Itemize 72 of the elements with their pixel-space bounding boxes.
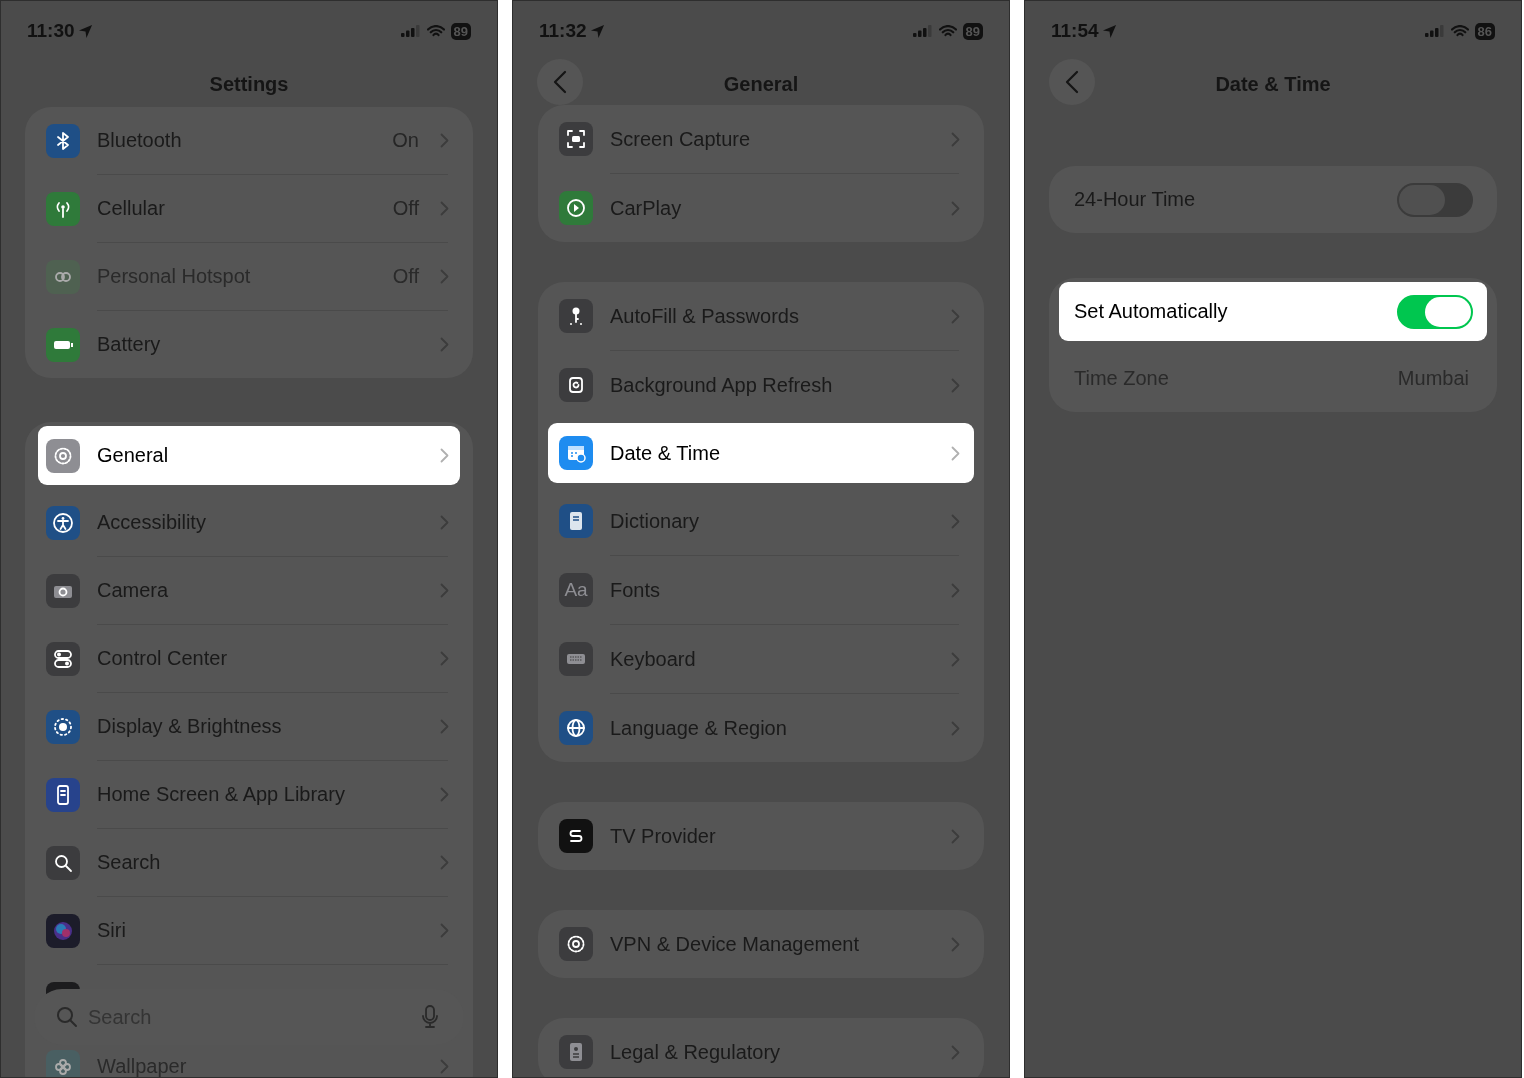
settings-row[interactable]: Camera [25,557,473,624]
settings-row[interactable]: General [38,426,460,485]
chevron-icon [951,200,960,216]
chevron-icon [951,377,960,393]
settings-row[interactable]: Background App Refresh [538,351,984,419]
back-button[interactable] [537,59,583,105]
chevron-icon [951,582,960,598]
settings-row[interactable]: 24-Hour Time [1049,166,1497,233]
battery-indicator: 86 [1474,22,1495,40]
chevron-icon [951,308,960,324]
location-arrow-icon [1101,23,1117,39]
fonts-icon: Aa [559,573,593,607]
signal-icon [400,25,421,37]
settings-row[interactable]: AutoFill & Passwords [538,282,984,350]
chevron-icon [951,445,960,461]
chevron-icon [440,515,449,530]
settings-row[interactable]: Search [25,829,473,896]
chevron-icon [951,1044,960,1060]
chevron-icon [440,855,449,870]
settings-row[interactable]: Aa Fonts [538,556,984,624]
wifi-icon [1450,24,1469,38]
settings-row[interactable]: Language & Region [538,694,984,762]
chevron-icon [951,131,960,147]
settings-row[interactable]: Home Screen & App Library [25,761,473,828]
back-button[interactable] [1049,59,1095,105]
status-time: 11:30 [27,20,75,42]
chevron-icon [440,448,449,463]
chevron-icon [440,651,449,666]
status-time: 11:54 [1051,20,1099,42]
chevron-icon [440,719,449,734]
back-icon [1065,70,1079,94]
settings-row[interactable]: Screen Capture [538,105,984,173]
wifi-icon [426,24,445,38]
settings-row[interactable]: Control Center [25,625,473,692]
chevron-icon [951,936,960,952]
battery-indicator: 89 [450,22,471,40]
settings-row[interactable]: Display & Brightness [25,693,473,760]
settings-row[interactable]: Date & Time [548,423,974,483]
chevron-icon [440,1059,449,1074]
chevron-icon [440,787,449,802]
settings-row[interactable]: TV Provider [538,802,984,870]
chevron-icon [440,583,449,598]
chevron-icon [951,651,960,667]
chevron-icon [440,337,449,352]
back-icon [553,70,567,94]
settings-row[interactable]: Legal & Regulatory [538,1018,984,1077]
toggle-switch[interactable] [1397,182,1473,217]
settings-row[interactable]: Accessibility [25,489,473,556]
chevron-icon [951,720,960,736]
settings-row[interactable]: Set Automatically [1059,282,1487,341]
settings-row[interactable]: Siri [25,897,473,964]
status-time: 11:32 [539,20,587,42]
chevron-icon [440,269,449,284]
settings-row[interactable]: Keyboard [538,625,984,693]
settings-row[interactable]: Battery [25,311,473,378]
microphone-icon[interactable] [422,1005,438,1029]
signal-icon [912,25,933,37]
signal-icon [1424,25,1445,37]
wifi-icon [938,24,957,38]
settings-row[interactable]: VPN & Device Management [538,910,984,978]
toggle-switch[interactable] [1397,294,1473,329]
search-icon [56,1006,78,1028]
location-arrow-icon [589,23,605,39]
chevron-icon [440,133,449,148]
battery-indicator: 89 [962,22,983,40]
location-arrow-icon [77,23,93,39]
chevron-icon [440,201,449,216]
chevron-icon [951,828,960,844]
settings-row[interactable]: CarPlay [538,174,984,242]
chevron-icon [440,923,449,938]
settings-row[interactable]: Dictionary [538,487,984,555]
chevron-icon [951,513,960,529]
